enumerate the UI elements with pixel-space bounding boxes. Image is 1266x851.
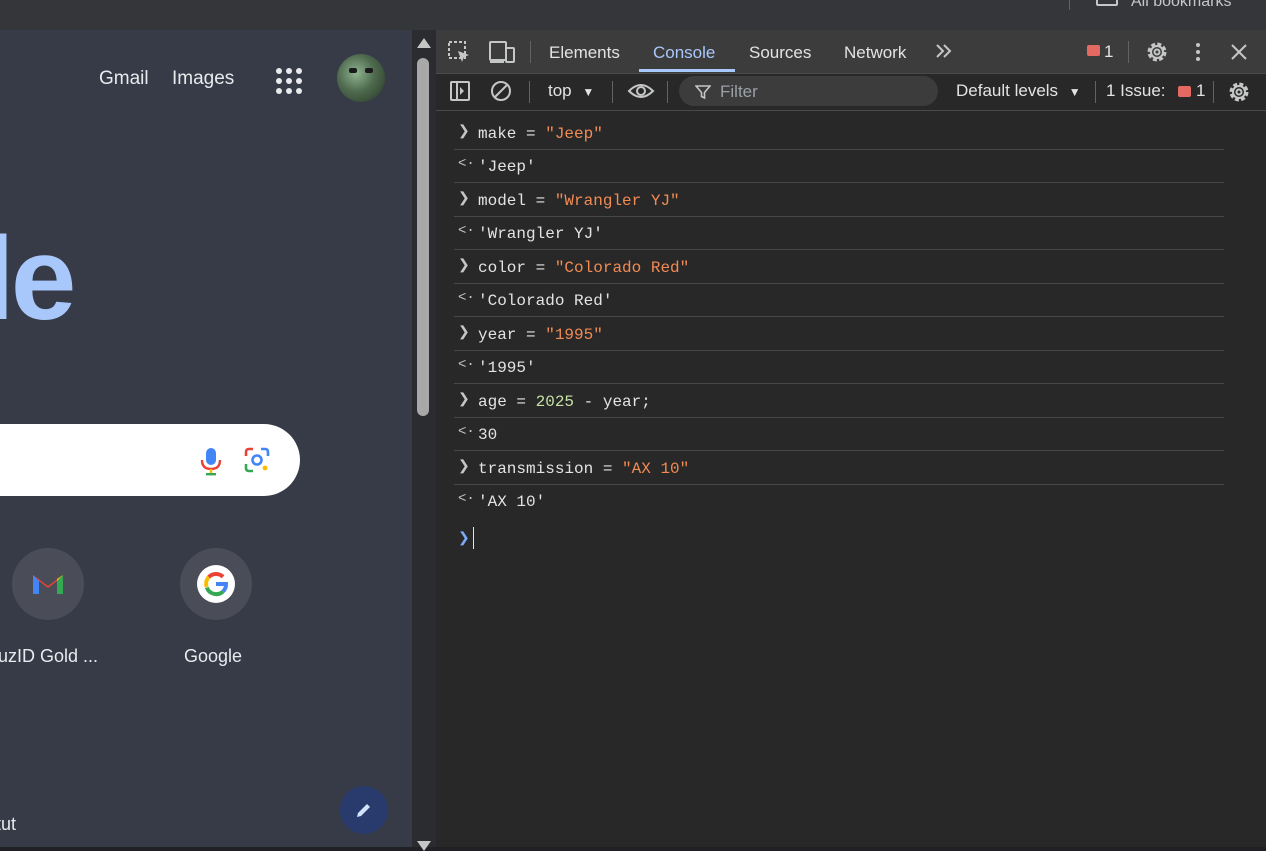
console-result-row: <· 'AX 10' (458, 491, 546, 511)
console-input-row: ❯ year = "1995" (454, 318, 1224, 351)
images-link[interactable]: Images (172, 68, 234, 90)
console-input-row: ❯ color = "Colorado Red" (454, 251, 1224, 284)
google-apps-icon[interactable] (276, 68, 302, 94)
shortcut-label: uzID Gold ... (0, 646, 99, 666)
context-selector-label: top (548, 81, 572, 100)
console-prompt-input[interactable] (473, 527, 474, 549)
filter-funnel-icon (695, 85, 711, 100)
google-new-tab-page: Gmail Images le uzID Gold ... (0, 30, 412, 847)
google-lens-icon[interactable] (244, 447, 270, 473)
console-output[interactable]: ❯ make = "Jeep" <· 'Jeep' ❯ model = "Wra… (436, 111, 1266, 847)
clear-console-icon[interactable] (489, 79, 513, 103)
google-logo: le (0, 213, 76, 345)
prompt-chevron-icon: ❯ (458, 531, 470, 547)
input-chevron-icon: ❯ (458, 258, 470, 274)
result-arrow-icon: <· (458, 424, 475, 440)
filter-placeholder: Filter (720, 82, 758, 101)
dropdown-arrow-icon: ▼ (582, 85, 595, 99)
more-options-kebab-icon[interactable] (1188, 41, 1208, 63)
tab-network[interactable]: Network (844, 43, 906, 63)
active-tab-indicator (639, 69, 735, 72)
device-toolbar-icon[interactable] (488, 39, 516, 65)
console-input-row: ❯ transmission = "AX 10" (454, 452, 1224, 485)
console-settings-gear-icon[interactable] (1226, 79, 1252, 105)
gmail-link[interactable]: Gmail (99, 68, 149, 90)
folder-icon[interactable] (1096, 0, 1118, 6)
console-input-row: ❯ make = "Jeep" (454, 117, 1224, 150)
context-selector[interactable]: top ▼ (548, 81, 594, 101)
result-arrow-icon: <· (458, 290, 475, 306)
console-result-row: <· 'Wrangler YJ' (454, 217, 1224, 250)
sidebar-toggle-icon[interactable] (448, 79, 472, 103)
google-g-icon (204, 571, 228, 597)
console-result-row: <· '1995' (454, 351, 1224, 384)
bookmarks-divider (1069, 0, 1070, 10)
avatar[interactable] (337, 54, 385, 102)
customize-pencil-button[interactable] (340, 786, 388, 834)
error-count[interactable]: 1 (1104, 42, 1113, 62)
microphone-icon[interactable] (198, 446, 224, 476)
input-chevron-icon: ❯ (458, 325, 470, 341)
console-result-row: <· 'Jeep' (454, 150, 1224, 183)
issues-counter[interactable]: 1 Issue: 1 (1106, 81, 1205, 101)
customize-chrome-label[interactable]: tut (0, 814, 16, 835)
devtools-panel: Elements Console Sources Network 1 top ▼… (436, 30, 1266, 847)
result-arrow-icon: <· (458, 223, 475, 239)
filter-input[interactable]: Filter (679, 76, 938, 106)
gmail-icon (33, 575, 63, 594)
settings-gear-icon[interactable] (1144, 39, 1170, 65)
result-arrow-icon: <· (458, 491, 475, 507)
live-expression-eye-icon[interactable] (626, 79, 656, 103)
tab-elements[interactable]: Elements (549, 43, 620, 63)
shortcut-label: Google (184, 646, 243, 666)
bookmarks-bar: All bookmarks (0, 0, 1266, 30)
input-chevron-icon: ❯ (458, 191, 470, 207)
input-chevron-icon: ❯ (458, 124, 470, 140)
console-result-row: <· 'Colorado Red' (454, 284, 1224, 317)
log-levels-dropdown[interactable]: Default levels ▼ (956, 81, 1081, 101)
console-result-row: <· 30 (454, 418, 1224, 451)
console-filter-bar: top ▼ Filter Default levels ▼ 1 Issue: 1 (436, 74, 1266, 111)
console-input-row: ❯ model = "Wrangler YJ" (454, 184, 1224, 217)
pencil-icon (357, 804, 370, 817)
scroll-up-arrow-icon[interactable] (417, 38, 431, 48)
console-input-row: ❯ age = 2025 - year; (454, 385, 1224, 418)
result-arrow-icon: <· (458, 357, 475, 373)
scroll-down-arrow-icon[interactable] (417, 841, 431, 851)
issues-label: 1 Issue: (1106, 81, 1166, 100)
page-scrollbar[interactable] (412, 30, 436, 851)
shortcut-tile[interactable] (12, 548, 84, 620)
dropdown-arrow-icon: ▼ (1068, 85, 1081, 99)
close-icon[interactable] (1228, 41, 1250, 63)
input-chevron-icon: ❯ (458, 459, 470, 475)
shortcut-tile[interactable] (180, 548, 252, 620)
all-bookmarks-link[interactable]: All bookmarks (1131, 0, 1231, 11)
result-arrow-icon: <· (458, 156, 475, 172)
inspect-element-icon[interactable] (446, 39, 472, 65)
tab-console[interactable]: Console (653, 43, 715, 63)
search-box[interactable] (0, 424, 300, 496)
devtools-toolbar: Elements Console Sources Network 1 (436, 30, 1266, 74)
input-chevron-icon: ❯ (458, 392, 470, 408)
more-tabs-chevron-icon[interactable] (933, 41, 955, 61)
scrollbar-thumb[interactable] (417, 58, 429, 416)
issue-flag-icon (1178, 86, 1192, 98)
tab-sources[interactable]: Sources (749, 43, 811, 63)
log-levels-label: Default levels (956, 81, 1059, 100)
error-flag-icon[interactable] (1087, 45, 1100, 56)
issues-count: 1 (1196, 81, 1206, 100)
